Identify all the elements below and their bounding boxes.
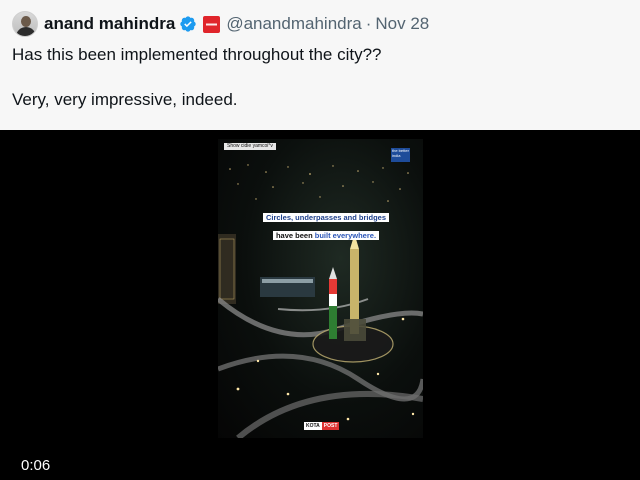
tweet-text: Has this been implemented throughout the… (12, 44, 622, 111)
tweet-card: anand mahindra @anandmahindra · Nov 28 H… (0, 0, 640, 130)
avatar[interactable] (12, 11, 38, 37)
tweet-date[interactable]: Nov 28 (375, 14, 429, 34)
caption-line-1: Circles, underpasses and bridges (262, 213, 390, 222)
caption-line-2-highlight: built everywhere. (314, 231, 377, 240)
tweet-text-line-1: Has this been implemented throughout the… (12, 45, 382, 64)
video-caption: Circles, underpasses and bridges have be… (256, 207, 396, 243)
watermark-part-1: KOTA (304, 422, 322, 430)
video-timestamp: 0:06 (21, 457, 51, 474)
caption-line-2: have been built everywhere. (272, 231, 380, 240)
separator-dot: · (365, 14, 372, 33)
watermark-part-2: POST (321, 422, 340, 430)
publisher-logo: the better india (391, 148, 410, 162)
city-night-scene (218, 164, 423, 438)
video-watermark: KOTA POST (304, 422, 340, 430)
caption-line-2-prefix: have been (275, 231, 315, 240)
author-handle[interactable]: @anandmahindra (226, 14, 361, 34)
affiliate-badge-icon[interactable] (203, 15, 221, 33)
tweet-text-line-2: Very, very impressive, indeed. (12, 90, 238, 109)
video-frame[interactable]: Show cidie yamcoi°v the better india Cir… (218, 139, 423, 438)
author-name[interactable]: anand mahindra (44, 14, 175, 34)
verified-icon (179, 15, 197, 33)
tweet-header: anand mahindra @anandmahindra · Nov 28 (12, 9, 429, 39)
video-top-tag: Show cidie yamcoi°v (224, 143, 276, 150)
video-player[interactable]: Show cidie yamcoi°v the better india Cir… (0, 130, 640, 480)
